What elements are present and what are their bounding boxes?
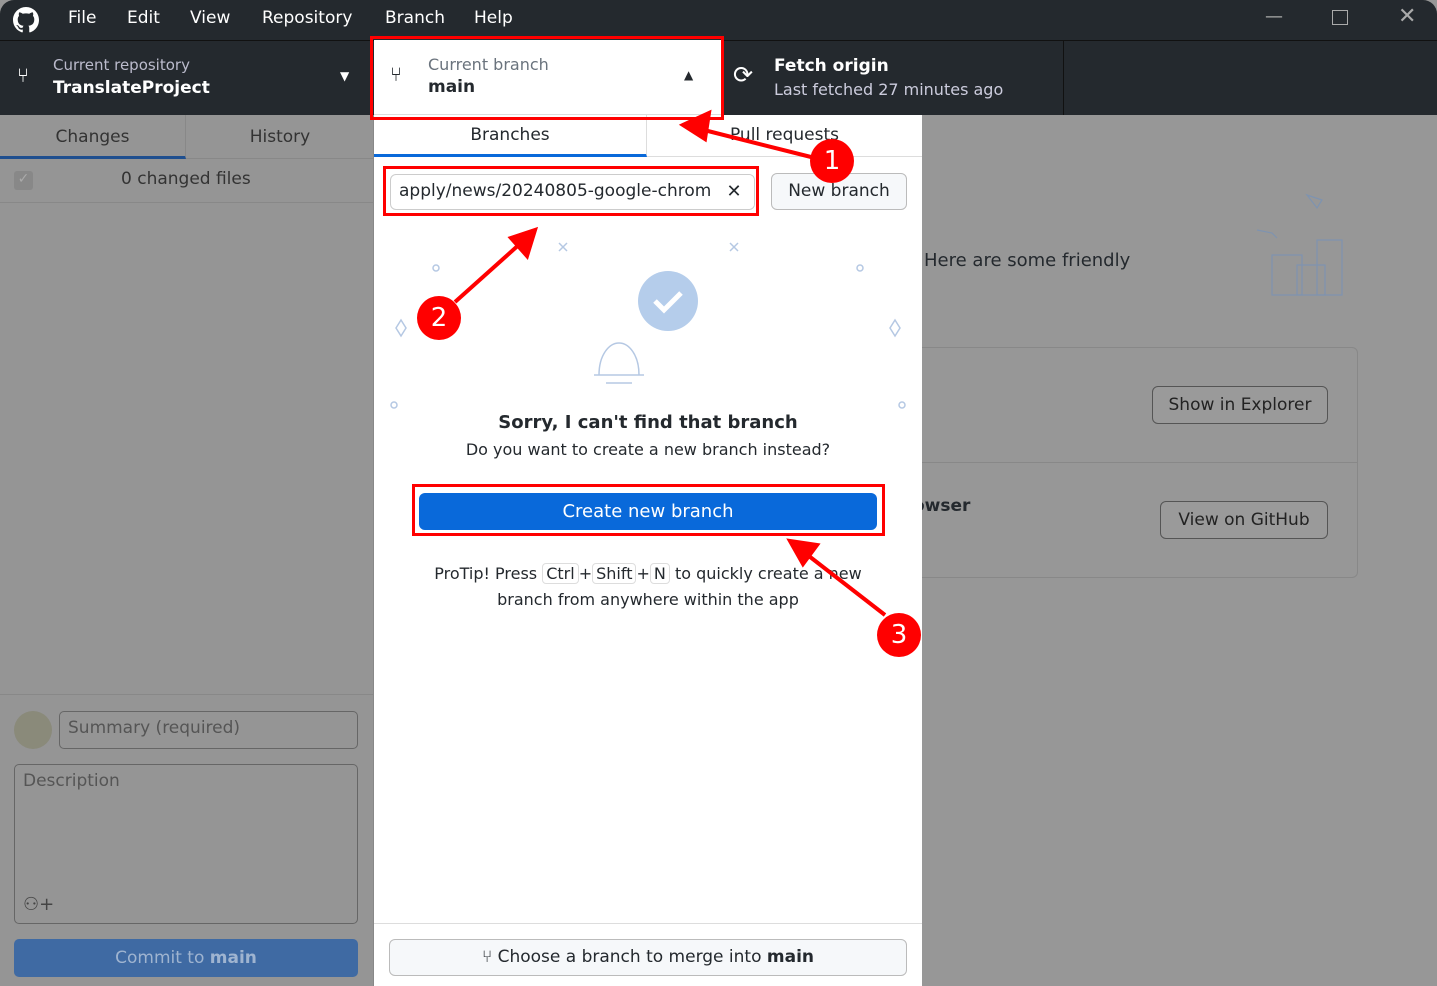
friendly-text: Here are some friendly [924, 250, 1131, 271]
menu-repository[interactable]: Repository [262, 8, 352, 28]
description-input[interactable]: Description ⚇+ [14, 764, 358, 924]
protip-line-2: branch from anywhere within the app [497, 590, 799, 609]
menu-file[interactable]: File [68, 8, 96, 28]
changed-files-count: 0 changed files [121, 169, 251, 189]
merge-branch: main [766, 947, 815, 967]
commit-area: Summary (required) Description ⚇+ Commit… [0, 694, 374, 986]
fetch-title: Fetch origin [774, 56, 889, 76]
sidebar: Changes History ✓ 0 changed files Summar… [0, 115, 374, 986]
repo-label: Current repository [53, 56, 190, 74]
add-coauthor-icon[interactable]: ⚇+ [23, 894, 54, 915]
caret-down-icon: ▼ [340, 69, 350, 83]
tab-history[interactable]: History [186, 115, 374, 159]
tab-changes[interactable]: Changes [0, 115, 186, 159]
title-bar: File Edit View Repository Branch Help — … [0, 0, 1437, 40]
tab-pull-requests[interactable]: Pull requests [647, 115, 922, 157]
main-content: Here are some friendly Show in Explorer … [912, 115, 1437, 986]
protip-text: ProTip! Press [434, 564, 538, 583]
empty-title: Sorry, I can't find that branch [498, 412, 798, 433]
kbd-ctrl: Ctrl [542, 563, 579, 584]
close-icon[interactable]: ✕ [1398, 4, 1416, 29]
description-placeholder: Description [23, 771, 120, 791]
menu-branch[interactable]: Branch [385, 8, 445, 28]
empty-branch-illustration-icon [390, 242, 906, 409]
branch-dropdown: Branches Pull requests apply/news/202408… [374, 115, 922, 986]
minimize-icon[interactable]: — [1265, 6, 1283, 27]
plus: + [578, 564, 593, 583]
annotation-badge-1: 1 [810, 139, 854, 183]
menu-view[interactable]: View [190, 8, 230, 28]
empty-subtitle: Do you want to create a new branch inste… [465, 440, 831, 459]
protip: ProTip! Press Ctrl + Shift + N to quickly cr… [374, 561, 922, 613]
merge-icon: ⑂ [481, 947, 498, 967]
summary-input[interactable]: Summary (required) [59, 711, 358, 749]
select-all-checkbox[interactable]: ✓ [14, 171, 33, 190]
github-logo-icon [13, 7, 39, 33]
kbd-shift: Shift [592, 563, 637, 584]
annotation-badge-3: 3 [877, 613, 921, 657]
repository-selector[interactable]: ⑂ Current repository TranslateProject ▼ [0, 41, 370, 116]
repo-name: TranslateProject [53, 78, 210, 98]
annotation-box-current-branch [370, 36, 724, 120]
fetch-subtitle: Last fetched 27 minutes ago [774, 80, 1004, 99]
commit-branch: main [209, 948, 257, 968]
sync-icon: ⟳ [733, 61, 754, 89]
divider [913, 462, 1357, 463]
menu-help[interactable]: Help [474, 8, 513, 28]
show-in-explorer-button[interactable]: Show in Explorer [1152, 386, 1328, 424]
kbd-n: N [649, 563, 670, 584]
annotation-box-filter [383, 166, 759, 216]
plus: + [636, 564, 650, 583]
fetch-origin-button[interactable]: ⟳ Fetch origin Last fetched 27 minutes a… [722, 41, 1064, 116]
changes-header: ✓ 0 changed files [0, 159, 374, 203]
repo-icon: ⑂ [17, 63, 29, 87]
actions-card: Show in Explorer owser View on GitHub [912, 347, 1358, 578]
merge-branch-button[interactable]: ⑂ Choose a branch to merge into main [389, 939, 907, 976]
divider [374, 923, 922, 924]
commit-label: Commit to [115, 948, 210, 968]
menu-edit[interactable]: Edit [127, 8, 160, 28]
protip-text-2: to quickly create a new [674, 564, 862, 583]
tab-branches[interactable]: Branches [374, 115, 647, 157]
avatar [14, 711, 52, 749]
annotation-box-create [412, 484, 885, 536]
annotation-badge-2: 2 [417, 296, 461, 340]
merge-label: Choose a branch to merge into [497, 947, 767, 967]
commit-button[interactable]: Commit to main [14, 939, 358, 977]
maximize-icon[interactable] [1332, 10, 1348, 25]
view-on-github-button[interactable]: View on GitHub [1160, 501, 1328, 539]
boxes-illustration-icon [1256, 193, 1343, 296]
